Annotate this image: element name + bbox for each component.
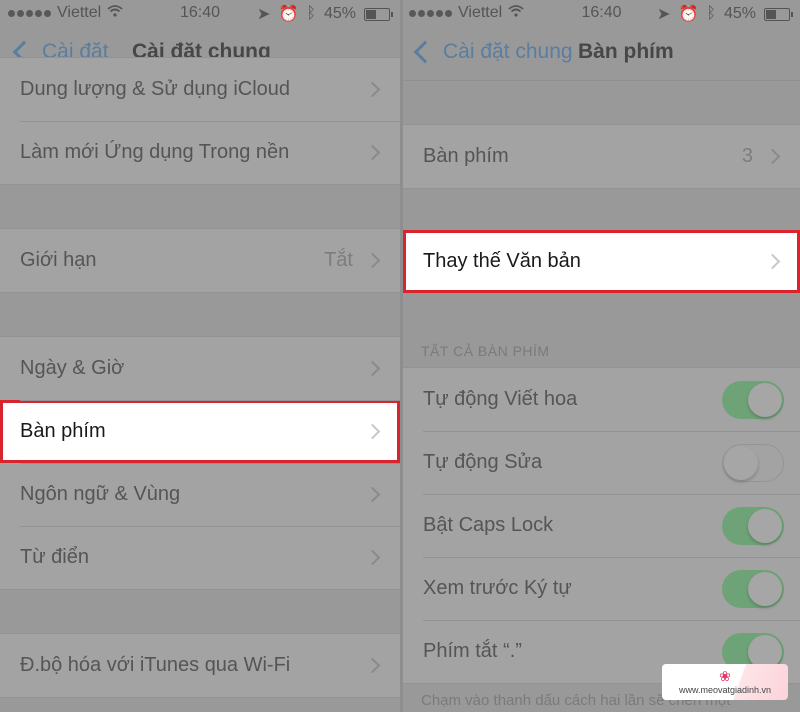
item-label: Giới hạn (20, 249, 97, 271)
keyboard-count: 3 (741, 145, 753, 167)
chevron-right-icon (364, 549, 381, 566)
settings-list: Dung lượng & Sử dụng iCloud Làm mới Ứng … (0, 57, 400, 712)
item-label: Làm mới Ứng dụng Trong nền (20, 141, 290, 163)
list-item-auto-correction: Tự động Sửa (403, 431, 800, 494)
settings-group: Ngày & Giờ Bàn phím Ngôn ngữ & Vùng Từ đ… (0, 336, 400, 590)
location-arrow-icon: ➤ (257, 6, 271, 23)
item-label: Thay thế Văn bản (423, 250, 581, 272)
chevron-right-icon (364, 657, 381, 674)
item-label: Tự động Viết hoa (423, 388, 578, 410)
item-label: Bàn phím (423, 145, 509, 167)
bluetooth-icon: ᛒ (306, 5, 316, 22)
page-title: Bàn phím (578, 40, 674, 63)
list-item-restrictions[interactable]: Giới hạn Tắt (0, 229, 400, 292)
chevron-right-icon (364, 144, 381, 161)
settings-group: Bàn phím 3 (403, 124, 800, 189)
section-header: TẤT CẢ BÀN PHÍM (421, 343, 550, 359)
item-label: Đ.bộ hóa với iTunes qua Wi-Fi (20, 654, 291, 676)
list-item-keyboard[interactable]: Bàn phím (0, 400, 400, 463)
item-label: Ngày & Giờ (20, 357, 125, 379)
list-item-keyboards[interactable]: Bàn phím 3 (403, 125, 800, 188)
item-label: Tự động Sửa (423, 451, 543, 473)
battery-icon (364, 7, 393, 21)
character-preview-toggle[interactable] (722, 569, 784, 608)
item-label: Ngôn ngữ & Vùng (20, 483, 181, 505)
status-bar: Viettel 16:40 ➤ ⏰ ᛒ 45% (0, 0, 400, 28)
list-item-caps-lock: Bật Caps Lock (403, 494, 800, 557)
location-arrow-icon: ➤ (657, 6, 671, 23)
list-item-character-preview: Xem trước Ký tự (403, 557, 800, 620)
navigation-bar: Cài đặt chung Bàn phím (403, 28, 800, 81)
settings-group: Dung lượng & Sử dụng iCloud Làm mới Ứng … (0, 57, 400, 185)
settings-group: Giới hạn Tắt (0, 228, 400, 293)
item-label: Phím tắt “.” (423, 640, 522, 662)
list-item-itunes-wifi-sync[interactable]: Đ.bộ hóa với iTunes qua Wi-Fi (0, 634, 400, 697)
item-label: Xem trước Ký tự (423, 577, 572, 599)
watermark-text: www.meovatgiadinh.vn (678, 685, 772, 695)
auto-capitalization-toggle[interactable] (722, 380, 784, 419)
settings-group: Tự động Viết hoa Tự động Sửa Bật Caps Lo… (403, 367, 800, 684)
list-item-dictionary[interactable]: Từ điển (0, 526, 400, 589)
item-label: Từ điển (20, 546, 89, 568)
chevron-right-icon (364, 360, 381, 377)
lotus-icon: ❀ (719, 668, 731, 684)
keyboard-settings-screen: Viettel 16:40 ➤ ⏰ ᛒ 45% Cài đặt chung Bà… (403, 0, 800, 712)
alarm-icon: ⏰ (278, 6, 299, 23)
chevron-right-icon (764, 253, 781, 270)
caps-lock-toggle[interactable] (722, 506, 784, 545)
chevron-left-icon (413, 40, 437, 64)
chevron-right-icon (364, 486, 381, 503)
alarm-icon: ⏰ (678, 6, 699, 23)
item-label: Dung lượng & Sử dụng iCloud (20, 78, 291, 100)
general-settings-screen: Viettel 16:40 ➤ ⏰ ᛒ 45% Cài đặt Cài đặt … (0, 0, 400, 712)
settings-group: Thay thế Văn bản (403, 230, 800, 293)
chevron-right-icon (364, 81, 381, 98)
auto-correction-toggle[interactable] (722, 443, 784, 482)
chevron-right-icon (364, 423, 381, 440)
back-button[interactable]: Cài đặt chung (411, 40, 573, 64)
list-item-auto-capitalization: Tự động Viết hoa (403, 368, 800, 431)
item-label: Bật Caps Lock (423, 514, 554, 536)
battery-percent: 45% (723, 5, 756, 22)
battery-icon (764, 7, 793, 21)
item-label: Bàn phím (20, 420, 106, 442)
back-label: Cài đặt chung (443, 40, 573, 63)
chevron-right-icon (764, 148, 781, 165)
settings-list: Bàn phím 3 Thay thế Văn bản TẤT CẢ BÀN PH… (403, 81, 800, 712)
watermark: ❀ www.meovatgiadinh.vn (662, 664, 788, 700)
list-item-date-time[interactable]: Ngày & Giờ (0, 337, 400, 400)
list-item-text-replacement[interactable]: Thay thế Văn bản (403, 230, 800, 293)
item-value: Tắt (324, 249, 353, 271)
list-item-background-refresh[interactable]: Làm mới Ứng dụng Trong nền (0, 121, 400, 184)
chevron-right-icon (364, 252, 381, 269)
settings-group: Đ.bộ hóa với iTunes qua Wi-Fi (0, 633, 400, 698)
list-item-icloud-usage[interactable]: Dung lượng & Sử dụng iCloud (0, 58, 400, 121)
bluetooth-icon: ᛒ (706, 5, 716, 22)
battery-percent: 45% (323, 5, 356, 22)
status-bar: Viettel 16:40 ➤ ⏰ ᛒ 45% (403, 0, 800, 28)
list-item-language-region[interactable]: Ngôn ngữ & Vùng (0, 463, 400, 526)
